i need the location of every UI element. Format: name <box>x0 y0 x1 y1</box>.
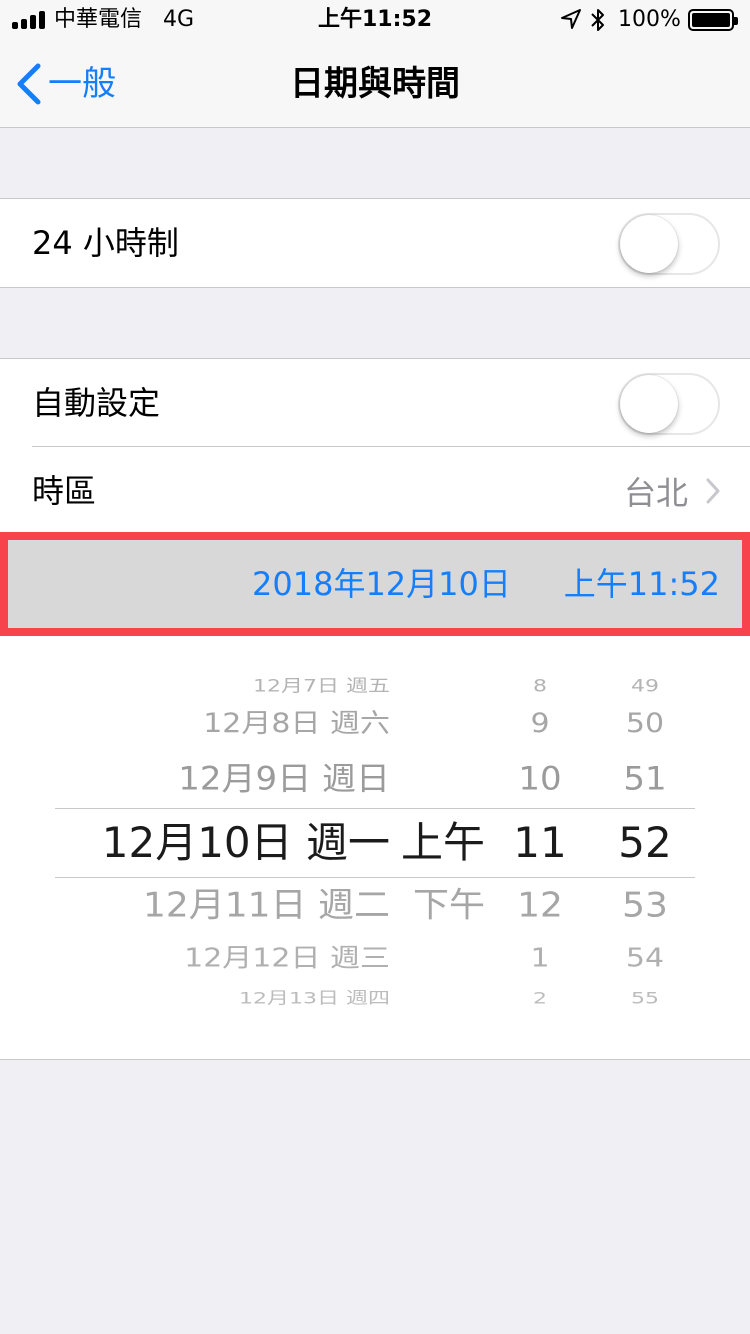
picker-minute-option[interactable]: 54 <box>590 946 700 972</box>
date-time-display-row[interactable]: 2018年12月10日 上午11:52 <box>0 532 750 636</box>
navigation-bar: 一般 日期與時間 <box>0 40 750 128</box>
picker-date-option[interactable]: 12月7日 週五 <box>0 678 390 695</box>
location-arrow-icon <box>561 9 581 29</box>
date-time-picker[interactable]: 12月7日 週五 12月8日 週六 12月9日 週日 12月10日 週一 12月11日 … <box>0 636 750 1060</box>
picker-date-option[interactable]: 12月9日 週日 <box>0 763 390 795</box>
picker-minute-option[interactable]: 50 <box>590 710 700 737</box>
picker-hour-option[interactable]: 10 <box>490 763 590 795</box>
picker-hour-option[interactable]: 8 <box>490 678 590 695</box>
picker-hour-option[interactable]: 2 <box>490 990 590 1007</box>
current-date: 2018年12月10日 <box>252 565 511 603</box>
timezone-row[interactable]: 時區 台北 <box>0 447 750 535</box>
chevron-right-icon <box>706 478 720 504</box>
picker-hour-option[interactable]: 9 <box>490 710 590 737</box>
current-time: 上午11:52 <box>563 565 720 603</box>
toggle-knob <box>620 375 678 433</box>
battery-percentage: 100% <box>618 7 681 32</box>
picker-date-option[interactable]: 12月13日 週四 <box>0 990 390 1007</box>
picker-minute-option[interactable]: 51 <box>590 763 700 795</box>
picker-date-option[interactable]: 12月11日 週二 <box>0 888 390 923</box>
toggle-knob <box>620 215 678 273</box>
picker-selection-top-line <box>55 808 695 809</box>
picker-minute-option[interactable]: 53 <box>590 888 700 923</box>
hour24-toggle[interactable] <box>618 213 720 275</box>
picker-date-option[interactable]: 12月12日 週三 <box>0 946 390 972</box>
picker-hour-selected[interactable]: 11 <box>490 822 590 864</box>
bluetooth-icon <box>591 9 604 31</box>
hour24-label: 24 小時制 <box>32 224 179 262</box>
picker-selection-bottom-line <box>55 877 695 878</box>
auto-time-group: 自動設定 時區 台北 <box>0 358 750 535</box>
picker-ampm-option[interactable]: 下午 <box>390 888 485 923</box>
picker-date-option[interactable]: 12月8日 週六 <box>0 710 390 737</box>
auto-set-label: 自動設定 <box>32 384 161 422</box>
picker-hour-option[interactable]: 12 <box>490 888 590 923</box>
auto-set-toggle[interactable] <box>618 373 720 435</box>
page-title: 日期與時間 <box>290 64 460 104</box>
battery-icon <box>688 9 738 31</box>
picker-minute-selected[interactable]: 52 <box>590 822 700 864</box>
status-bar: 中華電信 4G 上午11:52 100% <box>0 0 750 40</box>
timezone-value-wrap: 台北 <box>624 447 720 535</box>
hour24-row: 24 小時制 <box>0 199 750 287</box>
picker-ampm-selected[interactable]: 上午 <box>390 822 485 864</box>
picker-date-selected[interactable]: 12月10日 週一 <box>0 822 390 864</box>
timezone-label: 時區 <box>32 472 97 510</box>
date-time-settings-screen: 中華電信 4G 上午11:52 100% 一般 日期與時間 24 小時制 自動設… <box>0 0 750 1334</box>
auto-set-row: 自動設定 <box>0 359 750 447</box>
timezone-value: 台北 <box>623 474 688 512</box>
picker-minute-option[interactable]: 49 <box>590 678 700 695</box>
hour-format-group: 24 小時制 <box>0 198 750 288</box>
picker-hour-option[interactable]: 1 <box>490 946 590 972</box>
picker-minute-option[interactable]: 55 <box>590 990 700 1007</box>
